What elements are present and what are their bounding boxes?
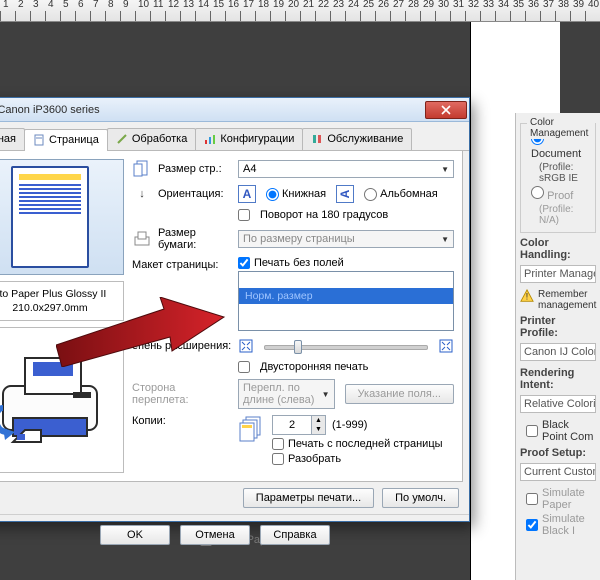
chart-icon <box>204 133 216 145</box>
tab-maintenance[interactable]: Обслуживание <box>302 128 412 150</box>
copies-label: Копии: <box>132 415 166 427</box>
rotate180-row: Поворот на 180 градусов <box>132 209 454 221</box>
close-button[interactable] <box>425 101 467 119</box>
simulate-black-checkbox[interactable]: Simulate Black I <box>526 513 596 537</box>
tools-icon <box>311 133 323 145</box>
rendering-intent-select[interactable]: Relative Colorimetric <box>520 395 596 413</box>
duplex-checkbox[interactable]: Двусторонняя печать <box>238 361 454 373</box>
layout-label: Макет страницы: <box>132 259 218 271</box>
settings-column: Размер стр.: A4▼ ↓ Ориентация: A Книжная… <box>132 159 454 473</box>
preview-column: oto Paper Plus Glossy II 210.0x297.0mm <box>0 159 124 473</box>
wand-icon <box>116 133 128 145</box>
tab-profiles[interactable]: Конфигурации <box>195 128 303 150</box>
printer-illustration <box>0 327 124 473</box>
paper-type-display: oto Paper Plus Glossy II 210.0x297.0mm <box>0 281 124 321</box>
tab-page[interactable]: Страница <box>24 129 108 151</box>
ok-button[interactable]: OK <box>100 525 170 545</box>
paper-type-name: oto Paper Plus Glossy II <box>0 288 117 300</box>
dialog-tabs: вная Страница Обработка Конфигурации Обс… <box>0 122 469 151</box>
printer-profile-select[interactable]: Canon IJ Color Prin <box>520 343 596 361</box>
orientation-row: ↓ Ориентация: A Книжная A Альбомная <box>132 185 454 203</box>
page-icon <box>33 134 45 146</box>
paper-size-select: По размеру страницы▼ <box>238 230 454 248</box>
page-size-select[interactable]: A4▼ <box>238 160 454 178</box>
remember-warning: ! Remember management <box>520 289 596 311</box>
borderless-checkbox[interactable]: Печать без полей <box>238 257 454 269</box>
extent-max-icon <box>438 338 454 354</box>
simulate-paper-checkbox[interactable]: Simulate Paper <box>526 487 596 511</box>
copies-row: Копии: ▲▼ (1-999) Печать с последней стр… <box>132 415 454 465</box>
top-ruler: 1234567891011121314151617181920212223242… <box>0 0 600 22</box>
dialog-footer: OK Отмена Справка <box>0 514 469 553</box>
copies-spinner[interactable]: ▲▼ <box>272 415 326 435</box>
rendering-intent-label: Rendering Intent: <box>520 367 596 391</box>
extent-row: епень расширения: <box>132 337 454 355</box>
tab-finishing[interactable]: Обработка <box>107 128 196 150</box>
color-handling-label: Color Handling: <box>520 237 596 261</box>
copies-up[interactable]: ▲ <box>311 416 325 425</box>
margin-button: Указание поля... <box>345 384 454 404</box>
extent-label: епень расширения: <box>132 340 231 352</box>
printer-properties-dialog: ства: Canon iP3600 series вная Страница … <box>0 97 470 522</box>
printer-small-icon <box>132 229 152 249</box>
landscape-radio[interactable]: Альбомная <box>364 188 438 201</box>
layout-row: Макет страницы: Печать без полей Норм. р… <box>132 257 454 331</box>
binding-select: Перепл. по длине (слева)▼ <box>238 379 335 409</box>
color-management-panel: Color Management Document (Profile: sRGB… <box>515 113 600 580</box>
proof-setup-label: Proof Setup: <box>520 447 596 459</box>
binding-row: Сторонапереплета: Перепл. по длине (слев… <box>132 379 454 409</box>
portrait-radio[interactable]: Книжная <box>266 188 326 201</box>
reverse-order-checkbox[interactable]: Печать с последней страницы <box>272 438 443 450</box>
proof-profile-label: (Profile: N/A) <box>539 204 591 226</box>
printer-profile-label: Printer Profile: <box>520 315 596 339</box>
print-params-button[interactable]: Параметры печати... <box>243 488 374 508</box>
warning-icon: ! <box>520 289 534 303</box>
layout-selected-item[interactable]: Норм. размер <box>239 288 453 304</box>
page-thumbnail <box>11 166 89 268</box>
proof-setup-select[interactable]: Current Custom Set <box>520 463 596 481</box>
cancel-button[interactable]: Отмена <box>180 525 250 545</box>
page-size-icon <box>132 159 152 179</box>
dialog-title: ства: Canon iP3600 series <box>0 104 425 116</box>
layout-list[interactable]: Норм. размер <box>238 271 454 331</box>
printer-icon <box>0 352 115 448</box>
rotate180-checkbox[interactable]: Поворот на 180 градусов <box>238 209 454 221</box>
tab-main[interactable]: вная <box>0 128 25 150</box>
black-point-checkbox[interactable]: Black Point Com <box>526 419 596 443</box>
document-profile-label: (Profile: sRGB IE <box>539 162 591 184</box>
duplex-row: Двусторонняя печать <box>132 361 454 373</box>
page-size-label: Размер стр.: <box>158 163 222 175</box>
color-mgmt-legend: Color Management <box>527 117 595 139</box>
dialog-titlebar[interactable]: ства: Canon iP3600 series <box>0 98 469 122</box>
orientation-icon: ↓ <box>132 188 152 200</box>
proof-radio[interactable]: Proof <box>531 186 591 202</box>
paper-size-row: Размербумаги: По размеру страницы▼ <box>132 227 454 251</box>
dialog-body: oto Paper Plus Glossy II 210.0x297.0mm <box>0 150 463 482</box>
page-size-row: Размер стр.: A4▼ <box>132 159 454 179</box>
collate-checkbox[interactable]: Разобрать <box>272 453 341 465</box>
copies-input[interactable] <box>273 417 311 433</box>
landscape-icon: A <box>336 185 354 203</box>
help-button[interactable]: Справка <box>260 525 330 545</box>
defaults-button[interactable]: По умолч. <box>382 488 459 508</box>
paper-type-size: 210.0x297.0mm <box>0 302 117 314</box>
extent-min-icon <box>238 338 254 354</box>
close-icon <box>441 105 451 115</box>
orientation-label: Ориентация: <box>158 188 224 200</box>
color-handling-select[interactable]: Printer Manages Col <box>520 265 596 283</box>
page-preview <box>0 159 124 275</box>
copies-range: (1-999) <box>332 419 367 431</box>
portrait-icon: A <box>238 185 256 203</box>
dialog-action-row: Параметры печати... По умолч. <box>0 482 469 508</box>
copies-icon <box>238 415 266 446</box>
extent-slider[interactable] <box>264 337 428 355</box>
svg-text:!: ! <box>526 292 529 303</box>
copies-down[interactable]: ▼ <box>311 425 325 434</box>
